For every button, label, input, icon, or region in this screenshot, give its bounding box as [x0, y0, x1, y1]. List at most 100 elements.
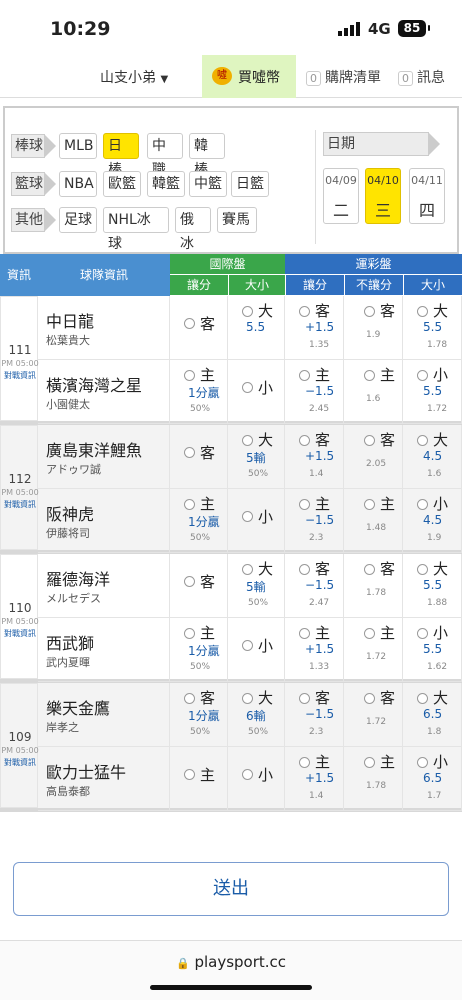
bet-cell[interactable]: 主 1分贏 50% [170, 489, 228, 553]
bet-cell[interactable]: 客 [170, 554, 228, 618]
radio-button[interactable] [417, 757, 428, 768]
bet-cell[interactable]: 小 6.5 1.7 [403, 747, 462, 811]
radio-button[interactable] [184, 576, 195, 587]
radio-button[interactable] [299, 693, 310, 704]
bet-cell[interactable]: 主 +1.5 1.33 [285, 618, 344, 682]
radio-button[interactable] [417, 564, 428, 575]
category-option[interactable]: MLB [59, 133, 97, 159]
bet-cell[interactable]: 大 5.5 1.88 [403, 554, 462, 618]
bet-cell[interactable]: 主 1分贏 50% [170, 618, 228, 682]
radio-button[interactable] [184, 318, 195, 329]
radio-button[interactable] [299, 628, 310, 639]
category-option[interactable]: 韓籃 [147, 171, 185, 197]
radio-button[interactable] [242, 769, 253, 780]
category-option[interactable]: NHL冰球 [103, 207, 169, 252]
bet-cell[interactable]: 主 [170, 747, 228, 811]
bet-cell[interactable]: 小 [228, 360, 285, 424]
date-option[interactable]: 04/10 三 [365, 168, 401, 224]
bet-cell[interactable]: 客 1分贏 50% [170, 683, 228, 747]
radio-button[interactable] [242, 306, 253, 317]
bet-cell[interactable]: 主 1.72 [344, 618, 403, 682]
radio-button[interactable] [184, 769, 195, 780]
bet-cell[interactable]: 客 [170, 296, 228, 360]
category-option[interactable]: NBA [59, 171, 97, 197]
radio-button[interactable] [417, 499, 428, 510]
user-menu[interactable]: 山支小弟 ▼ [100, 67, 168, 87]
radio-button[interactable] [242, 693, 253, 704]
radio-button[interactable] [242, 511, 253, 522]
radio-button[interactable] [364, 564, 375, 575]
bet-cell[interactable]: 客 2.05 [344, 425, 403, 489]
category-option[interactable]: 韓棒 [189, 133, 225, 178]
bet-cell[interactable]: 大 5.5 1.78 [403, 296, 462, 360]
message-link[interactable]: 0 訊息 [398, 67, 445, 87]
matchup-link[interactable]: 對戰資訊 [1, 370, 39, 381]
radio-button[interactable] [364, 370, 375, 381]
radio-button[interactable] [184, 370, 195, 381]
matchup-link[interactable]: 對戰資訊 [1, 499, 39, 510]
radio-button[interactable] [299, 499, 310, 510]
radio-button[interactable] [364, 435, 375, 446]
matchup-link[interactable]: 對戰資訊 [1, 757, 39, 768]
bet-cell[interactable]: 客 +1.5 1.4 [285, 425, 344, 489]
category-option[interactable]: 歐籃 [103, 171, 141, 197]
bet-cell[interactable]: 主 1.78 [344, 747, 403, 811]
bet-cell[interactable]: 小 5.5 1.62 [403, 618, 462, 682]
radio-button[interactable] [417, 306, 428, 317]
category-option[interactable]: 日籃 [231, 171, 269, 197]
radio-button[interactable] [417, 435, 428, 446]
bet-cell[interactable]: 大 6輸 50% [228, 683, 285, 747]
category-option[interactable]: 日棒 [103, 133, 139, 178]
bet-cell[interactable]: 客 −1.5 2.3 [285, 683, 344, 747]
radio-button[interactable] [364, 693, 375, 704]
bet-cell[interactable]: 小 5.5 1.72 [403, 360, 462, 424]
matchup-link[interactable]: 對戰資訊 [1, 628, 39, 639]
bet-cell[interactable]: 客 1.78 [344, 554, 403, 618]
radio-button[interactable] [299, 370, 310, 381]
radio-button[interactable] [299, 435, 310, 446]
submit-button[interactable]: 送出 [13, 862, 449, 916]
bet-cell[interactable]: 小 [228, 747, 285, 811]
radio-button[interactable] [242, 435, 253, 446]
bet-cell[interactable]: 主 1.6 [344, 360, 403, 424]
bet-cell[interactable]: 客 +1.5 1.35 [285, 296, 344, 360]
radio-button[interactable] [299, 306, 310, 317]
cart-link[interactable]: 0 購牌清單 [306, 67, 381, 87]
radio-button[interactable] [242, 564, 253, 575]
category-option[interactable]: 足球 [59, 207, 97, 233]
bet-cell[interactable]: 大 6.5 1.8 [403, 683, 462, 747]
radio-button[interactable] [417, 628, 428, 639]
radio-button[interactable] [299, 564, 310, 575]
bet-cell[interactable]: 主 −1.5 2.45 [285, 360, 344, 424]
bet-cell[interactable]: 客 1.72 [344, 683, 403, 747]
bet-cell[interactable]: 大 5輸 50% [228, 554, 285, 618]
radio-button[interactable] [184, 499, 195, 510]
category-option[interactable]: 中職 [147, 133, 183, 178]
radio-button[interactable] [417, 693, 428, 704]
bet-cell[interactable]: 主 +1.5 1.4 [285, 747, 344, 811]
bet-cell[interactable]: 主 1分贏 50% [170, 360, 228, 424]
category-option[interactable]: 俄冰 [175, 207, 211, 252]
date-option[interactable]: 04/09 二 [323, 168, 359, 224]
bet-cell[interactable]: 小 [228, 618, 285, 682]
bet-cell[interactable]: 客 −1.5 2.47 [285, 554, 344, 618]
radio-button[interactable] [184, 628, 195, 639]
bet-cell[interactable]: 客 1.9 [344, 296, 403, 360]
buy-coin-button[interactable]: 噓 買噓幣 [202, 55, 296, 98]
radio-button[interactable] [364, 628, 375, 639]
bet-cell[interactable]: 主 −1.5 2.3 [285, 489, 344, 553]
bet-cell[interactable]: 小 4.5 1.9 [403, 489, 462, 553]
address-bar[interactable]: 🔒 playsport.cc [0, 953, 462, 971]
radio-button[interactable] [364, 499, 375, 510]
bet-cell[interactable]: 大 5輸 50% [228, 425, 285, 489]
bet-cell[interactable]: 客 [170, 425, 228, 489]
radio-button[interactable] [364, 757, 375, 768]
radio-button[interactable] [364, 306, 375, 317]
bet-cell[interactable]: 主 1.48 [344, 489, 403, 553]
radio-button[interactable] [299, 757, 310, 768]
radio-button[interactable] [417, 370, 428, 381]
radio-button[interactable] [184, 693, 195, 704]
bet-cell[interactable]: 小 [228, 489, 285, 553]
category-option[interactable]: 賽馬 [217, 207, 257, 233]
radio-button[interactable] [184, 447, 195, 458]
